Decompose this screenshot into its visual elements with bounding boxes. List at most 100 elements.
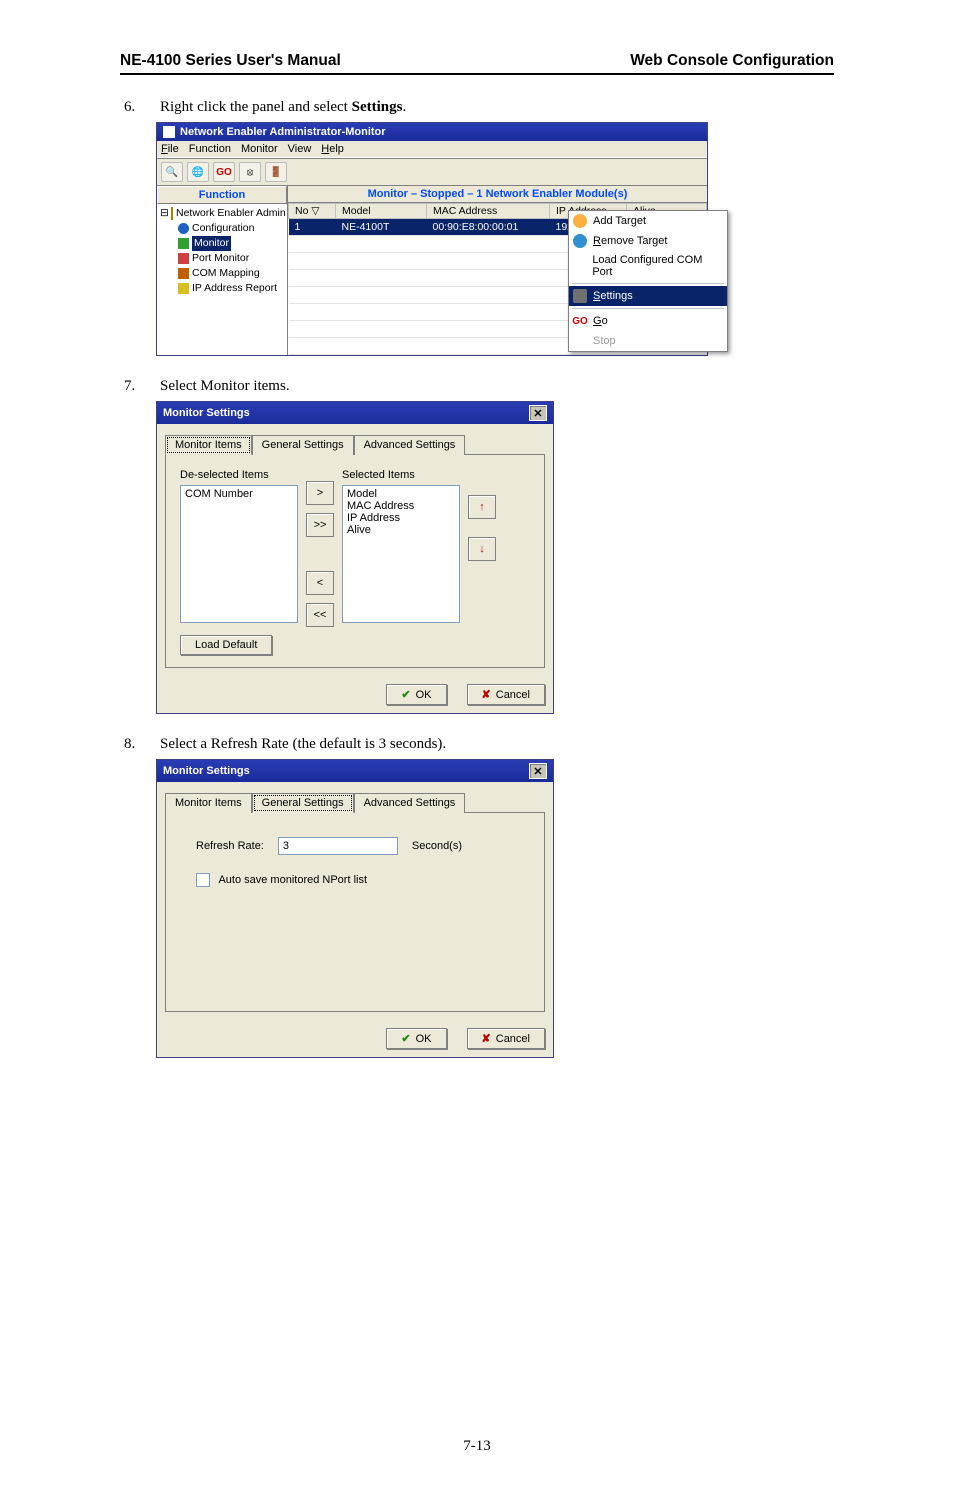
tree-item-com-mapping[interactable]: COM Mapping xyxy=(160,266,284,281)
tree-label: Monitor xyxy=(192,236,231,251)
ctx-load-com[interactable]: Load Configured COM Port xyxy=(569,251,727,281)
cancel-label: Cancel xyxy=(496,1033,530,1045)
load-default-button[interactable]: Load Default xyxy=(180,635,272,655)
ok-button[interactable]: ✔ OK xyxy=(386,1028,446,1049)
tb-exit-icon[interactable]: 🚪 xyxy=(265,162,287,182)
list-item[interactable]: Model xyxy=(347,488,455,500)
monitor-settings-dialog-7: Monitor Settings ✕ Monitor Items General… xyxy=(156,401,554,714)
menu-view[interactable]: View xyxy=(288,143,312,155)
cell-model: NE-4100T xyxy=(336,219,427,236)
check-icon: ✔ xyxy=(401,688,410,701)
port-icon xyxy=(178,253,189,264)
ctx-label: Go xyxy=(593,315,608,327)
tb-go-icon[interactable]: GO xyxy=(213,162,235,182)
close-icon[interactable]: ✕ xyxy=(529,763,547,779)
tree-item-configuration[interactable]: Configuration xyxy=(160,221,284,236)
selected-label: Selected Items xyxy=(342,469,460,481)
tab-general-settings[interactable]: General Settings xyxy=(252,435,354,455)
tb-stop-icon[interactable]: ⦻ xyxy=(239,162,261,182)
ctx-separator xyxy=(572,283,724,284)
cell-no: 1 xyxy=(289,219,336,236)
admin-window: Network Enabler Administrator-Monitor Fi… xyxy=(156,122,708,356)
cancel-button[interactable]: ✘Cancel xyxy=(467,1028,545,1049)
cancel-button[interactable]: ✘Cancel xyxy=(467,684,545,705)
tree-label: COM Mapping xyxy=(192,266,260,281)
ctx-add-target[interactable]: Add Target xyxy=(569,211,727,231)
menu-help[interactable]: Help xyxy=(321,143,344,155)
step7-text: Select Monitor items. xyxy=(160,378,290,395)
col-no[interactable]: No ▽ xyxy=(289,204,336,219)
gear-icon xyxy=(573,289,587,303)
tab-monitor-items[interactable]: Monitor Items xyxy=(165,793,252,813)
ctx-label: Stop xyxy=(593,335,616,347)
menu-function[interactable]: Function xyxy=(189,143,231,155)
col-mac[interactable]: MAC Address xyxy=(427,204,550,219)
tree-label: Configuration xyxy=(192,221,254,236)
ip-icon xyxy=(178,283,189,294)
menu-monitor[interactable]: Monitor xyxy=(241,143,278,155)
tree-label: IP Address Report xyxy=(192,281,277,296)
ctx-stop: Stop xyxy=(569,331,727,351)
toolbar: 🔍 🌐 GO ⦻ 🚪 xyxy=(157,158,707,186)
col-model[interactable]: Model xyxy=(336,204,427,219)
ok-label: OK xyxy=(416,689,432,701)
tb-locate-icon[interactable]: 🌐 xyxy=(187,162,209,182)
com-icon xyxy=(178,268,189,279)
list-item[interactable]: IP Address xyxy=(347,512,455,524)
monitor-icon xyxy=(178,238,189,249)
tab-monitor-items[interactable]: Monitor Items xyxy=(165,435,252,455)
monitor-status-header: Monitor – Stopped – 1 Network Enabler Mo… xyxy=(288,186,707,203)
selected-listbox[interactable]: Model MAC Address IP Address Alive xyxy=(342,485,460,623)
close-icon[interactable]: ✕ xyxy=(529,405,547,421)
menu-file[interactable]: File xyxy=(161,143,179,155)
list-item[interactable]: MAC Address xyxy=(347,500,455,512)
ctx-settings[interactable]: Settings xyxy=(569,286,727,306)
dialog-title: Monitor Settings xyxy=(163,765,250,777)
ctx-remove-target[interactable]: Remove Target xyxy=(569,231,727,251)
header-left: NE-4100 Series User's Manual xyxy=(120,52,341,70)
go-icon: GO xyxy=(573,314,587,328)
tree-root[interactable]: ⊟Network Enabler Admin xyxy=(160,206,284,221)
move-right-button[interactable]: > xyxy=(306,481,334,505)
ok-label: OK xyxy=(416,1033,432,1045)
tab-advanced-settings[interactable]: Advanced Settings xyxy=(354,435,466,455)
ctx-label: Remove Target xyxy=(593,235,667,247)
tree-item-monitor[interactable]: Monitor xyxy=(160,236,284,251)
ok-button[interactable]: ✔ OK xyxy=(386,684,446,705)
move-down-button[interactable]: ↓ xyxy=(468,537,496,561)
step7-num: 7. xyxy=(120,378,160,395)
move-left-button[interactable]: < xyxy=(306,571,334,595)
tab-general-settings[interactable]: General Settings xyxy=(252,793,354,813)
ctx-label: Load Configured COM Port xyxy=(592,254,719,278)
step8-num: 8. xyxy=(120,736,160,753)
ctx-label: Add Target xyxy=(593,215,646,227)
blank-icon xyxy=(573,259,586,273)
tab-advanced-settings[interactable]: Advanced Settings xyxy=(354,793,466,813)
tree-item-port-monitor[interactable]: Port Monitor xyxy=(160,251,284,266)
check-icon: ✔ xyxy=(401,1032,410,1045)
tree-root-label: Network Enabler Admin xyxy=(176,206,286,221)
context-menu: Add Target Remove Target Load Configured… xyxy=(568,210,728,352)
app-icon xyxy=(163,126,175,138)
autosave-checkbox[interactable] xyxy=(196,873,210,887)
refresh-rate-input[interactable]: 3 xyxy=(278,837,398,855)
deselected-listbox[interactable]: COM Number xyxy=(180,485,298,623)
step6-text-bold: Settings xyxy=(352,99,403,115)
step6-text-pre: Right click the panel and select xyxy=(160,99,352,115)
globe-icon xyxy=(573,234,587,248)
folder-icon xyxy=(171,207,173,220)
tree-item-ip-report[interactable]: IP Address Report xyxy=(160,281,284,296)
refresh-rate-label: Refresh Rate: xyxy=(196,840,264,852)
list-item[interactable]: COM Number xyxy=(185,488,293,500)
move-all-left-button[interactable]: << xyxy=(306,603,334,627)
list-item[interactable]: Alive xyxy=(347,524,455,536)
move-up-button[interactable]: ↑ xyxy=(468,495,496,519)
ctx-go[interactable]: GO Go xyxy=(569,311,727,331)
cancel-label: Cancel xyxy=(496,689,530,701)
page-number: 7-13 xyxy=(120,1438,834,1455)
move-all-right-button[interactable]: >> xyxy=(306,513,334,537)
window-title: Network Enabler Administrator-Monitor xyxy=(180,126,386,138)
tree-label: Port Monitor xyxy=(192,251,249,266)
tb-search-icon[interactable]: 🔍 xyxy=(161,162,183,182)
ctx-label: Settings xyxy=(593,290,633,302)
